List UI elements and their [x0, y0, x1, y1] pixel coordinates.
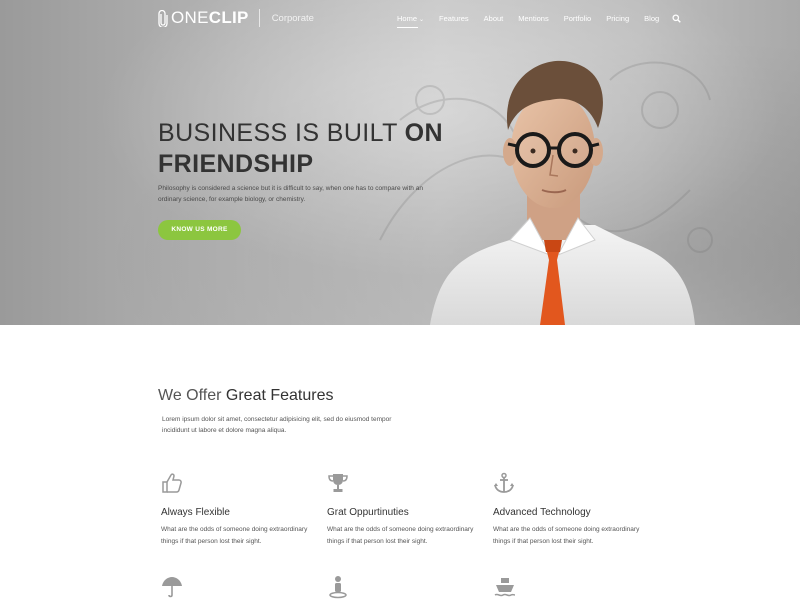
hero-headline: BUSINESS IS BUILT ON FRIENDSHIP [158, 119, 443, 178]
know-us-more-button[interactable]: KNOW US MORE [158, 220, 241, 240]
ship-icon [494, 578, 516, 597]
feature-card-flexible: Always Flexible What are the odds of som… [161, 472, 321, 548]
feature-card-technology: Advanced Technology What are the odds of… [493, 472, 653, 548]
feature-title: Always Flexible [161, 507, 230, 518]
nav-item-blog[interactable]: Blog [644, 14, 659, 23]
umbrella-icon [162, 577, 182, 598]
feature-card-opportunities: Grat Oppurtinuties What are the odds of … [327, 472, 487, 548]
hero-portrait-image [430, 60, 695, 325]
nav-item-features[interactable]: Features [439, 14, 469, 23]
paperclip-icon [158, 9, 168, 27]
anchor-icon [494, 472, 514, 493]
chevron-down-icon: ⌄ [419, 17, 425, 23]
brand-divider [258, 9, 260, 27]
feature-description: What are the odds of someone doing extra… [493, 526, 640, 545]
nav-item-portfolio[interactable]: Portfolio [564, 14, 592, 23]
brand-logo[interactable]: ONECLIP Corporate [158, 9, 314, 27]
nav-item-pricing[interactable]: Pricing [606, 14, 629, 23]
features-lead-text: Lorem ipsum dolor sit amet, consectetur … [162, 416, 392, 434]
hero-subtext: Philosophy is considered a science but i… [158, 185, 423, 203]
trophy-icon [328, 474, 348, 492]
feature-description: What are the odds of someone doing extra… [327, 526, 474, 545]
hero-section: ONECLIP Corporate Home ⌄ Features About M… [0, 0, 800, 325]
nav-item-about[interactable]: About [484, 14, 504, 23]
main-menu: Home ⌄ Features About Mentions Portfolio … [397, 14, 681, 28]
features-heading: We Offer Great Features [158, 387, 334, 404]
top-navigation: ONECLIP Corporate Home ⌄ Features About M… [0, 0, 800, 38]
nav-item-mentions[interactable]: Mentions [518, 14, 548, 23]
person-marker-icon [329, 576, 347, 599]
nav-item-home[interactable]: Home ⌄ [397, 14, 425, 28]
feature-description: What are the odds of someone doing extra… [161, 526, 308, 545]
thumbs-up-icon [162, 473, 182, 493]
search-icon[interactable] [672, 14, 681, 23]
feature-title: Grat Oppurtinuties [327, 507, 409, 518]
brand-subtitle: Corporate [271, 12, 314, 24]
brand-name: ONECLIP [171, 8, 249, 27]
feature-title: Advanced Technology [493, 507, 591, 518]
